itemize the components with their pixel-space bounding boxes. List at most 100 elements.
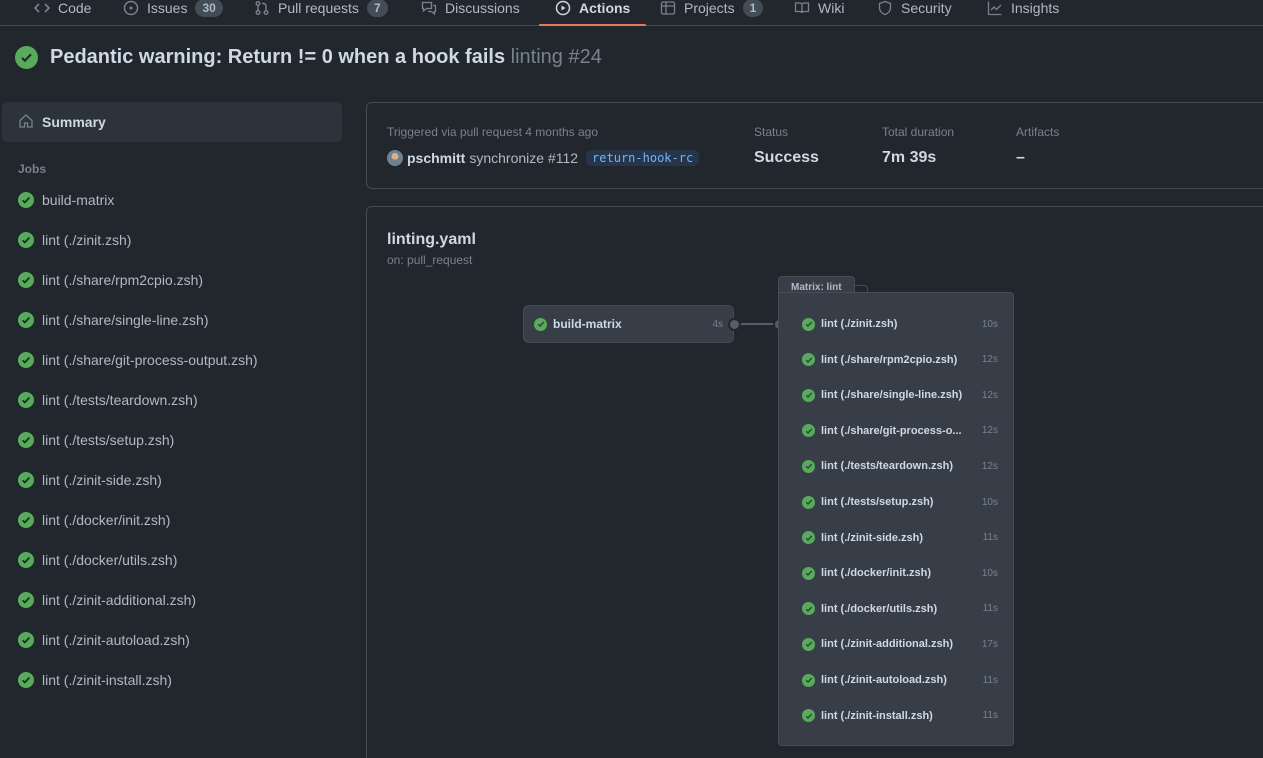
matrix-job[interactable]: lint (./share/git-process-o... 12s	[802, 421, 998, 441]
tab-label: Discussions	[445, 0, 520, 16]
sidebar-job-item[interactable]: lint (./tests/setup.zsh)	[18, 430, 174, 450]
sidebar-job-item[interactable]: lint (./share/rpm2cpio.zsh)	[18, 270, 203, 290]
discussion-icon	[421, 0, 437, 16]
matrix-job[interactable]: lint (./tests/teardown.zsh) 12s	[802, 456, 998, 476]
matrix-job-duration: 17s	[981, 638, 998, 650]
status-value: Success	[754, 149, 819, 166]
workflow-run-number[interactable]: linting #24	[511, 46, 602, 68]
duration-label: Total duration	[882, 125, 955, 139]
success-check-icon	[18, 392, 34, 408]
success-check-icon	[18, 512, 34, 528]
matrix-job-label: lint (./zinit-install.zsh)	[821, 709, 933, 722]
success-check-icon	[802, 602, 815, 616]
tab-label: Issues	[147, 0, 188, 16]
sidebar-job-item[interactable]: lint (./share/git-process-output.zsh)	[18, 350, 258, 370]
node-duration: 4s	[712, 318, 723, 330]
matrix-job-label: lint (./zinit-additional.zsh)	[821, 638, 953, 651]
tab-label: Pull requests	[278, 0, 359, 16]
matrix-job[interactable]: lint (./zinit-additional.zsh) 17s	[802, 634, 998, 654]
sidebar-job-item[interactable]: lint (./zinit-side.zsh)	[18, 470, 162, 490]
matrix-job-duration: 12s	[981, 389, 998, 401]
sidebar-job-item[interactable]: lint (./zinit-install.zsh)	[18, 670, 172, 690]
matrix-job[interactable]: lint (./tests/setup.zsh) 10s	[802, 492, 998, 512]
run-title: Pedantic warning: Return != 0 when a hoo…	[50, 46, 506, 68]
success-check-icon	[534, 317, 547, 331]
sidebar-job-item[interactable]: lint (./zinit.zsh)	[18, 230, 131, 250]
success-check-icon	[18, 592, 34, 608]
artifacts-value: –	[1016, 149, 1025, 166]
build-matrix-node[interactable]: build-matrix 4s	[523, 305, 734, 343]
trigger-event[interactable]: synchronize #112	[469, 150, 578, 166]
matrix-job[interactable]: lint (./zinit-install.zsh) 11s	[802, 706, 998, 726]
tab-code[interactable]: Code	[34, 0, 91, 25]
table-icon	[660, 0, 676, 16]
success-check-icon	[802, 459, 815, 473]
avatar[interactable]	[387, 150, 403, 166]
sidebar-job-item[interactable]: lint (./zinit-autoload.zsh)	[18, 630, 190, 650]
branch-label[interactable]: return-hook-rc	[586, 150, 700, 166]
tab-discussions[interactable]: Discussions	[421, 0, 520, 25]
matrix-job-duration: 11s	[982, 603, 998, 615]
graph-icon	[987, 0, 1003, 16]
matrix-job[interactable]: lint (./share/rpm2cpio.zsh) 12s	[802, 350, 998, 370]
tab-insights[interactable]: Insights	[987, 0, 1059, 25]
tab-label: Wiki	[818, 0, 845, 16]
trigger-user[interactable]: pschmitt	[407, 150, 465, 166]
success-check-icon	[802, 566, 815, 580]
success-check-icon	[18, 552, 34, 568]
workflow-file-name[interactable]: linting.yaml	[387, 231, 476, 249]
success-check-icon	[15, 46, 38, 69]
sidebar-job-item[interactable]: lint (./docker/utils.zsh)	[18, 550, 177, 570]
sidebar-job-item[interactable]: build-matrix	[18, 190, 114, 210]
job-label: lint (./share/rpm2cpio.zsh)	[42, 272, 204, 288]
sidebar-item-summary[interactable]: Summary	[2, 102, 342, 142]
tab-projects[interactable]: Projects 1	[660, 0, 764, 25]
tab-issues[interactable]: Issues 30	[123, 0, 223, 25]
tab-pull-requests[interactable]: Pull requests 7	[254, 0, 388, 25]
tab-actions[interactable]: Actions	[538, 0, 647, 26]
job-label: lint (./zinit.zsh)	[42, 232, 132, 248]
workflow-graph: linting.yaml on: pull_request build-matr…	[366, 206, 1263, 758]
tab-label: Projects	[684, 0, 735, 16]
matrix-job-label: lint (./share/single-line.zsh)	[821, 389, 963, 402]
job-label: lint (./tests/setup.zsh)	[42, 432, 175, 448]
pull-requests-counter: 7	[366, 0, 388, 17]
matrix-job-label: lint (./tests/setup.zsh)	[821, 496, 934, 508]
matrix-job-duration: 12s	[981, 425, 998, 437]
success-check-icon	[802, 673, 815, 687]
matrix-job[interactable]: lint (./zinit-autoload.zsh) 11s	[802, 670, 998, 690]
sidebar-job-item[interactable]: lint (./tests/teardown.zsh)	[18, 390, 198, 410]
pull-request-icon	[254, 0, 270, 16]
trigger-text: Triggered via pull request 4 months ago	[387, 125, 599, 139]
tab-wiki[interactable]: Wiki	[794, 0, 844, 25]
matrix-job[interactable]: lint (./docker/init.zsh) 10s	[802, 563, 998, 583]
matrix-job[interactable]: lint (./zinit.zsh) 10s	[802, 314, 998, 334]
sidebar-job-item[interactable]: lint (./share/single-line.zsh)	[18, 310, 209, 330]
job-label: lint (./docker/utils.zsh)	[42, 552, 178, 568]
matrix-job[interactable]: lint (./zinit-side.zsh) 11s	[802, 528, 998, 548]
success-check-icon	[802, 709, 815, 723]
connector-dot	[728, 318, 741, 331]
trigger-details: pschmitt synchronize #112 return-hook-rc	[387, 150, 700, 166]
job-label: build-matrix	[42, 192, 115, 208]
success-check-icon	[18, 272, 34, 288]
tab-label: Insights	[1011, 0, 1060, 16]
matrix-job-duration: 10s	[981, 567, 998, 579]
matrix-job-duration: 12s	[981, 460, 998, 472]
tab-security[interactable]: Security	[877, 0, 952, 25]
matrix-job-label: lint (./docker/init.zsh)	[821, 567, 932, 580]
jobs-heading: Jobs	[18, 162, 47, 176]
job-label: lint (./share/git-process-output.zsh)	[42, 352, 258, 368]
status-label: Status	[754, 125, 789, 139]
sidebar-job-item[interactable]: lint (./docker/init.zsh)	[18, 510, 170, 530]
shield-icon	[877, 0, 893, 16]
matrix-job-label: lint (./docker/utils.zsh)	[821, 602, 938, 615]
matrix-group: lint (./zinit.zsh) 10s lint (./share/rpm2c…	[778, 292, 1014, 746]
success-check-icon	[18, 192, 34, 208]
matrix-job-duration: 11s	[982, 532, 998, 544]
node-label: build-matrix	[553, 317, 622, 331]
matrix-job[interactable]: lint (./docker/utils.zsh) 11s	[802, 599, 998, 619]
home-icon	[18, 113, 34, 132]
sidebar-job-item[interactable]: lint (./zinit-additional.zsh)	[18, 590, 196, 610]
matrix-job[interactable]: lint (./share/single-line.zsh) 12s	[802, 385, 998, 405]
